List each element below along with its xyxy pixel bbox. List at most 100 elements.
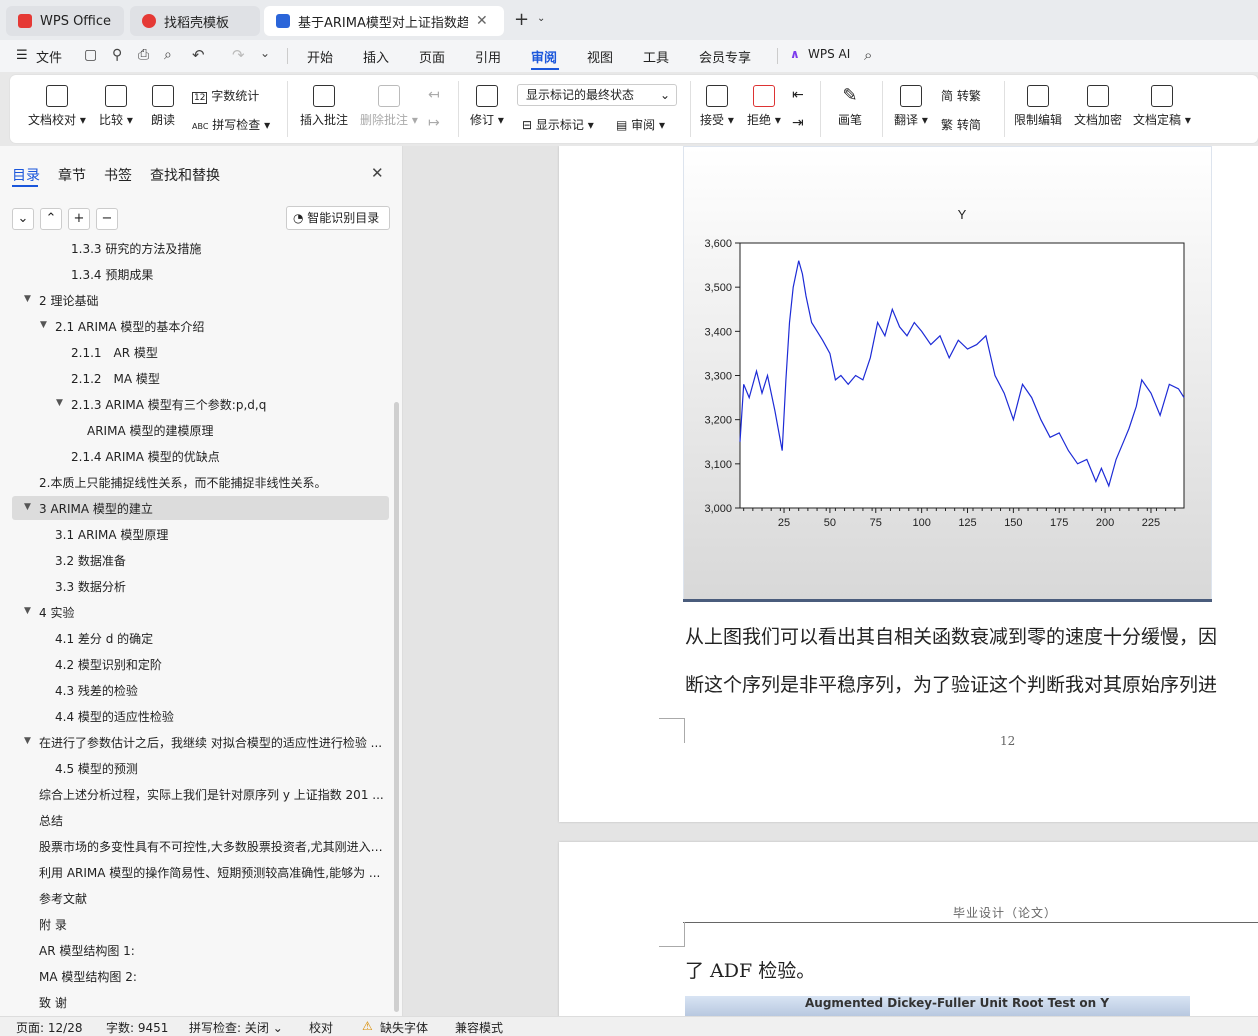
toc-item[interactable]: 4.4 模型的适应性检验 [55,708,174,725]
to-simplified-button[interactable]: 繁 转简 [941,116,981,133]
prev-comment-icon[interactable]: ↤ [428,87,440,103]
chevron-down-icon[interactable]: ⌄ [537,13,545,24]
tab-document[interactable]: 基于ARIMA模型对上证指数趋 ✕ [264,6,504,36]
tab-docer-templates[interactable]: 找稻壳模板 [130,6,260,36]
share-icon[interactable]: ⚲ [112,47,122,63]
tab-toc[interactable]: 目录 [12,165,40,185]
toc-item[interactable]: 3.3 数据分析 [55,578,126,595]
minus-icon[interactable]: − [96,208,118,230]
collapse-up-icon[interactable]: ⌃ [40,208,62,230]
tab-find-replace[interactable]: 查找和替换 [150,165,220,185]
toc-item[interactable]: 2.本质上只能捕捉线性关系，而不能捕捉非线性关系。 [39,474,326,491]
print-preview-icon[interactable]: ⌕ [164,47,172,63]
menu-review[interactable]: 审阅 [531,47,557,66]
search-icon[interactable]: ⌕ [864,46,872,64]
toc-item[interactable]: 在进行了参数估计之后，我继续 对拟合模型的适应性进行检验 ... [39,734,385,751]
tab-chapters[interactable]: 章节 [58,165,86,185]
prev-change-icon[interactable]: ⇤ [792,87,804,103]
encrypt-button[interactable]: 文档加密 [1074,85,1122,128]
close-icon[interactable]: ✕ [371,164,384,182]
tab-bookmarks[interactable]: 书签 [104,165,132,185]
spell-check-toggle[interactable]: 拼写检查: 关闭 ⌄ [189,1019,283,1036]
toc-item[interactable]: 1.3.4 预期成果 [71,266,153,283]
menu-references[interactable]: 引用 [475,47,501,66]
toc-item[interactable]: 3.2 数据准备 [55,552,126,569]
toc-item[interactable]: 致 谢 [39,994,67,1011]
smart-toc-button[interactable]: ◔ 智能识别目录 [286,206,390,230]
menu-home[interactable]: 开始 [307,47,333,66]
hamburger-icon[interactable]: ☰ [16,48,28,63]
menu-view[interactable]: 视图 [587,47,613,66]
missing-font-status[interactable]: 缺失字体 [380,1019,428,1036]
toc-item[interactable]: 附 录 [39,916,67,933]
expand-triangle-icon[interactable]: ▼ [56,398,63,408]
toc-item-selected[interactable]: 3 ARIMA 模型的建立 [39,500,153,517]
insert-comment-button[interactable]: 插入批注 [300,85,348,128]
expand-triangle-icon[interactable]: ▼ [24,606,31,616]
toc-item[interactable]: 4.1 差分 d 的确定 [55,630,153,647]
toc-item[interactable]: AR 模型结构图 1: [39,942,135,959]
toc-item[interactable]: 总结 [39,812,63,829]
expand-triangle-icon[interactable]: ▼ [24,294,31,304]
restrict-editing-button[interactable]: 限制编辑 [1014,85,1062,128]
toc-item[interactable]: MA 模型结构图 2: [39,968,137,985]
menu-membership[interactable]: 会员专享 [699,47,751,66]
to-traditional-button[interactable]: 简 转繁 [941,87,981,104]
menu-insert[interactable]: 插入 [363,47,389,66]
toc-item[interactable]: 参考文献 [39,890,87,907]
next-comment-icon[interactable]: ↦ [428,115,440,131]
toc-item[interactable]: 2.1.3 ARIMA 模型有三个参数:p,d,q [71,396,266,413]
spell-check-button[interactable]: ABC 拼写检查 ▾ [192,116,270,133]
expand-triangle-icon[interactable]: ▼ [40,320,47,330]
accept-button[interactable]: 接受 ▾ [700,85,734,128]
page-indicator[interactable]: 页面: 12/28 [16,1019,82,1036]
translate-button[interactable]: 翻译 ▾ [894,85,928,128]
review-pane-button[interactable]: ▤ 审阅 ▾ [616,116,665,133]
toc-item[interactable]: 2.1 ARIMA 模型的基本介绍 [55,318,204,335]
proofread-button[interactable]: 文档校对 ▾ [28,85,86,128]
menu-tools[interactable]: 工具 [643,47,669,66]
read-aloud-button[interactable]: 朗读 [151,85,175,128]
toc-item[interactable]: 利用 ARIMA 模型的操作简易性、短期预测较高准确性,能够为 ... [39,864,385,881]
show-markup-button[interactable]: ⊟ 显示标记 ▾ [522,116,594,133]
new-tab-icon[interactable]: + [514,9,529,30]
pen-button[interactable]: ✎ 画笔 [838,85,862,128]
toc-item[interactable]: 4.5 模型的预测 [55,760,138,777]
toc-item[interactable]: 2.1.4 ARIMA 模型的优缺点 [71,448,220,465]
redo-icon[interactable]: ↷ [232,46,245,64]
save-icon[interactable]: ▢ [84,47,97,63]
expand-triangle-icon[interactable]: ▼ [24,502,31,512]
expand-triangle-icon[interactable]: ▼ [24,736,31,746]
toc-item[interactable]: 2 理论基础 [39,292,98,309]
toc-item[interactable]: 3.1 ARIMA 模型原理 [55,526,168,543]
sidebar-scrollbar[interactable] [394,402,399,1012]
toc-item[interactable]: ARIMA 模型的建模原理 [87,422,213,439]
tab-wps-office[interactable]: WPS Office [6,6,124,36]
word-count-indicator[interactable]: 字数: 9451 [106,1019,168,1036]
toc-item[interactable]: 2.1.1 AR 模型 [71,344,158,361]
toc-item[interactable]: 4 实验 [39,604,74,621]
toc-item[interactable]: 综合上述分析过程，实际上我们是针对原序列 y 上证指数 201 ... [39,786,385,803]
more-chevron-icon[interactable]: ⌄ [260,46,270,60]
compare-button[interactable]: 比较 ▾ [99,85,133,128]
next-change-icon[interactable]: ⇥ [792,115,804,131]
menu-file[interactable]: 文件 [36,47,62,66]
menu-page[interactable]: 页面 [419,47,445,66]
collapse-down-icon[interactable]: ⌄ [12,208,34,230]
track-changes-button[interactable]: 修订 ▾ [470,85,504,128]
toc-item[interactable]: 4.2 模型识别和定阶 [55,656,162,673]
toc-item[interactable]: 1.3.3 研究的方法及措施 [71,240,201,257]
undo-icon[interactable]: ↶ [192,46,205,64]
reject-button[interactable]: 拒绝 ▾ [747,85,781,128]
toc-item[interactable]: 4.3 残差的检验 [55,682,138,699]
print-icon[interactable]: ⎙ [138,47,149,63]
toc-item[interactable]: 2.1.2 MA 模型 [71,370,160,387]
menu-wps-ai[interactable]: WPS AI [808,47,850,61]
finalize-button[interactable]: 文档定稿 ▾ [1133,85,1191,128]
markup-mode-select[interactable]: 显示标记的最终状态 ⌄ [517,84,677,106]
delete-comment-button[interactable]: 删除批注 ▾ [360,85,418,128]
proofread-status[interactable]: 校对 [309,1019,333,1036]
close-icon[interactable]: ✕ [476,13,488,29]
word-count-button[interactable]: 12 字数统计 [192,87,259,104]
toc-item[interactable]: 股票市场的多变性具有不可控性,大多数股票投资者,尤其刚进入 ... [39,838,385,855]
